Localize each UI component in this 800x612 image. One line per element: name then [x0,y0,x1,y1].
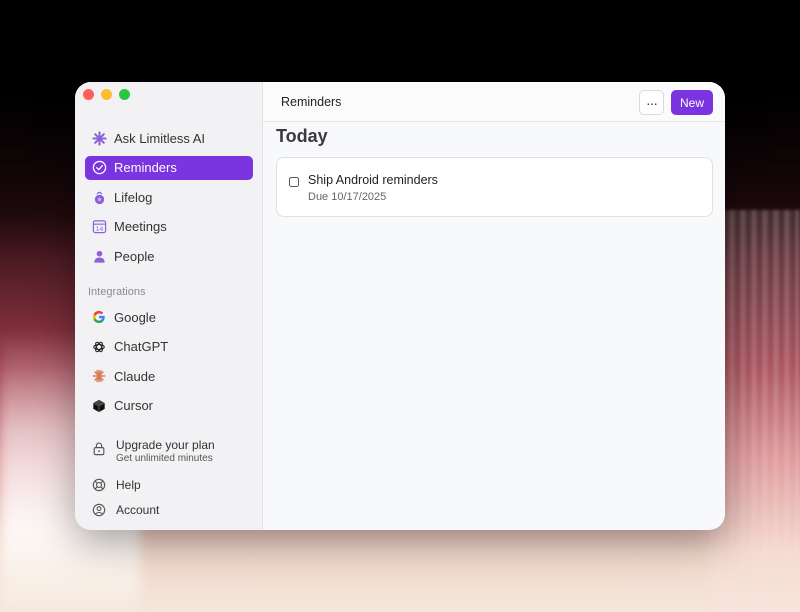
sidebar-item-label: Cursor [114,398,154,414]
app-window: Ask Limitless AI Reminders Lifelog 14 Me… [75,82,725,530]
more-horizontal-icon: ··· [646,94,658,111]
upgrade-plan-button[interactable]: Upgrade your plan Get unlimited minutes [85,438,253,470]
zoom-window-button[interactable] [119,89,130,100]
sidebar-item-label: Claude [114,368,156,384]
new-reminder-button[interactable]: New [671,90,713,115]
check-circle-icon [91,160,107,176]
upgrade-text: Upgrade your plan Get unlimited minutes [116,438,215,466]
person-icon [91,248,107,264]
sidebar-item-label: Ask Limitless AI [114,130,206,146]
sidebar-item-account[interactable]: Account [85,499,253,521]
reminder-title: Ship Android reminders [308,173,438,187]
sidebar-item-ask-limitless-ai[interactable]: Ask Limitless AI [85,126,253,150]
more-options-button[interactable]: ··· [639,90,664,115]
sidebar-item-people[interactable]: People [85,244,253,268]
sidebar-item-chatgpt[interactable]: ChatGPT [85,335,253,359]
window-controls [83,89,130,100]
sidebar-item-label: Help [116,478,141,492]
sidebar-item-label: Lifelog [114,189,153,205]
sidebar-item-label: Meetings [114,219,167,235]
pendant-icon [91,189,107,205]
sidebar-item-label: ChatGPT [114,339,169,355]
sidebar-item-meetings[interactable]: 14 Meetings [85,215,253,239]
svg-text:14: 14 [95,226,103,233]
lifebuoy-icon [91,477,107,493]
sidebar-item-lifelog[interactable]: Lifelog [85,185,253,209]
reminder-item[interactable]: Ship Android reminders Due 10/17/2025 [276,157,713,217]
cursor-icon [91,398,107,414]
toolbar: Reminders ··· New [263,82,725,122]
section-heading-today: Today [276,126,328,146]
integrations-heading: Integrations [88,286,146,298]
sidebar-item-reminders[interactable]: Reminders [85,155,253,180]
reminder-checkbox[interactable] [289,177,299,187]
reminder-due-date: Due 10/17/2025 [308,191,387,203]
sidebar-footer: Upgrade your plan Get unlimited minutes … [85,438,253,524]
account-circle-icon [91,502,107,518]
sidebar: Ask Limitless AI Reminders Lifelog 14 Me… [75,82,263,530]
sparkle-icon [91,130,107,146]
claude-icon [91,368,107,384]
integrations-list: Google ChatGPT Claude Cursor [85,305,253,423]
sidebar-item-cursor[interactable]: Cursor [85,394,253,418]
sidebar-nav: Ask Limitless AI Reminders Lifelog 14 Me… [85,126,253,274]
sidebar-item-label: Account [116,503,160,517]
upgrade-title: Upgrade your plan [116,438,215,452]
sidebar-item-label: People [114,248,155,264]
main-content: Reminders ··· New Today Ship Android rem… [263,82,725,530]
lock-icon [91,440,107,456]
page-title: Reminders [281,94,342,109]
upgrade-subtitle: Get unlimited minutes [116,453,213,464]
sidebar-item-help[interactable]: Help [85,474,253,496]
sidebar-item-google[interactable]: Google [85,305,253,329]
sidebar-item-label: Reminders [114,160,177,176]
sidebar-item-label: Google [114,309,156,325]
sidebar-item-claude[interactable]: Claude [85,364,253,388]
minimize-window-button[interactable] [101,89,112,100]
close-window-button[interactable] [83,89,94,100]
calendar-icon: 14 [91,219,107,235]
google-icon [91,309,107,325]
chatgpt-icon [91,339,107,355]
